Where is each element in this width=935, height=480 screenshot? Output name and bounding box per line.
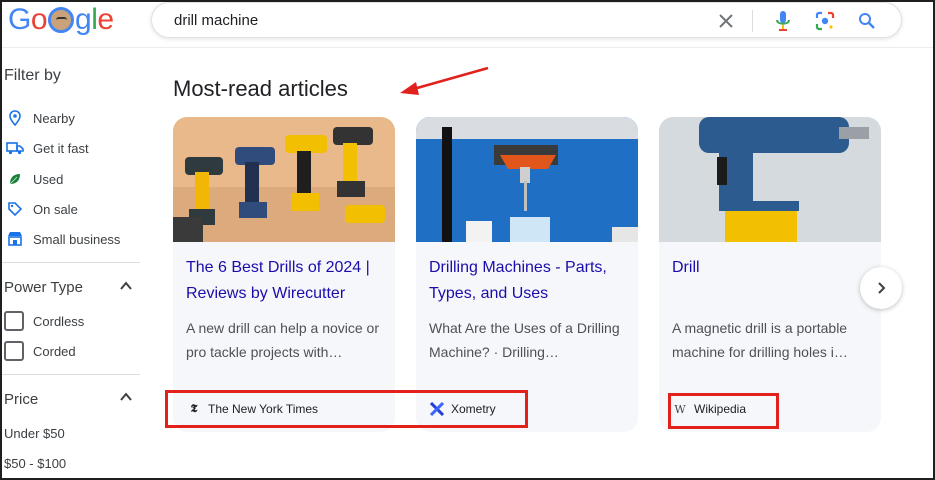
price-50-100[interactable]: $50 - $100 [4, 456, 66, 471]
filter-used[interactable]: Used [6, 170, 63, 188]
filter-label: Used [33, 171, 64, 187]
carousel-next-button[interactable] [860, 267, 902, 309]
checkbox[interactable] [4, 341, 24, 361]
price-heading: Price [4, 391, 39, 408]
leaf-icon [6, 170, 24, 188]
article-card[interactable]: Drilling Machines - Parts, Types, and Us… [416, 117, 638, 432]
checkbox-cordless[interactable]: Cordless [4, 311, 84, 331]
article-thumbnail [659, 117, 881, 242]
filter-label: Small business [33, 231, 121, 247]
sidebar-divider [2, 374, 140, 375]
checkbox-label: Corded [33, 343, 76, 359]
google-logo[interactable]: G o g l e [8, 3, 114, 37]
article-title-link[interactable]: Drill [672, 255, 872, 281]
article-card[interactable]: Drill A magnetic drill is a portable mac… [659, 117, 881, 432]
price-under-50[interactable]: Under $50 [4, 426, 65, 441]
checkbox-label: Cordless [33, 313, 85, 329]
search-icon[interactable] [855, 9, 879, 33]
filter-small-business[interactable]: Small business [6, 230, 120, 248]
checkbox[interactable] [4, 311, 24, 331]
article-snippet: A magnetic drill is a portable machine f… [672, 320, 848, 360]
power-type-heading: Power Type [4, 279, 83, 296]
article-card[interactable]: The 6 Best Drills of 2024 | Reviews by W… [173, 117, 395, 432]
filter-get-it-fast[interactable]: Get it fast [6, 139, 89, 157]
logo-letter: o [30, 3, 48, 36]
annotation-highlight-box [165, 390, 528, 428]
chevron-up-icon[interactable] [119, 279, 133, 293]
clear-icon[interactable] [714, 9, 738, 33]
chevron-right-icon [878, 282, 886, 294]
logo-letter: g [75, 3, 92, 36]
chevron-up-icon[interactable] [119, 390, 133, 404]
article-title-link[interactable]: Drilling Machines - Parts, Types, and Us… [429, 255, 629, 307]
doodle-face-icon [48, 7, 75, 33]
checkbox-corded[interactable]: Corded [4, 341, 76, 361]
article-snippet: A new drill can help a novice or pro tac… [186, 320, 379, 360]
filter-label: Get it fast [33, 140, 89, 156]
header-divider [2, 47, 933, 48]
section-heading: Most-read articles [173, 76, 348, 101]
article-snippet: What Are the Uses of a Drilling Machine?… [429, 320, 620, 360]
logo-letter: G [8, 3, 31, 36]
annotation-arrow-icon [400, 66, 489, 95]
filter-label: On sale [33, 201, 78, 217]
filter-by-heading: Filter by [4, 67, 61, 84]
search-bar[interactable]: drill machine [151, 2, 902, 38]
truck-icon [6, 139, 24, 157]
filter-on-sale[interactable]: On sale [6, 200, 78, 218]
microphone-icon[interactable] [771, 9, 795, 33]
article-thumbnail [416, 117, 638, 242]
logo-letter: e [97, 3, 114, 36]
search-bar-divider [752, 10, 753, 32]
lens-icon[interactable] [813, 9, 837, 33]
tag-icon [6, 200, 24, 218]
filter-label: Nearby [33, 110, 75, 126]
sidebar-divider [2, 262, 140, 263]
annotation-highlight-box [668, 393, 779, 429]
location-pin-icon [6, 109, 24, 127]
storefront-icon [6, 230, 24, 248]
article-title-link[interactable]: The 6 Best Drills of 2024 | Reviews by W… [186, 255, 386, 307]
article-thumbnail [173, 117, 395, 242]
filter-nearby[interactable]: Nearby [6, 109, 75, 127]
